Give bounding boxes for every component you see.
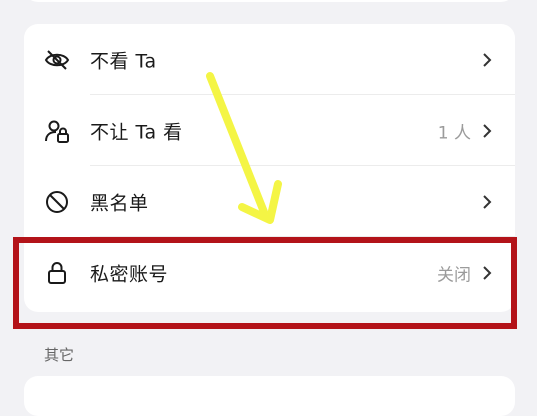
user-lock-icon	[45, 120, 69, 143]
menu-item-blacklist[interactable]: 黑名单	[24, 166, 515, 237]
menu-item-hide-their-posts[interactable]: 不看 Ta	[24, 24, 515, 95]
menu-item-label: 黑名单	[90, 192, 149, 214]
menu-item-label: 不看 Ta	[90, 50, 157, 72]
menu-item-hide-my-posts[interactable]: 不让 Ta 看 1 人	[24, 95, 515, 166]
section-title: 其它	[44, 346, 75, 364]
other-settings-card	[24, 376, 515, 416]
menu-item-label: 不让 Ta 看	[90, 121, 183, 143]
highlight-box	[13, 237, 517, 329]
chevron-right-icon	[483, 52, 492, 67]
chevron-right-icon	[483, 194, 492, 209]
block-icon	[46, 190, 68, 213]
eye-off-icon	[44, 49, 70, 70]
menu-item-value: 1 人	[437, 123, 471, 143]
previous-card	[24, 0, 515, 2]
chevron-right-icon	[483, 123, 492, 138]
